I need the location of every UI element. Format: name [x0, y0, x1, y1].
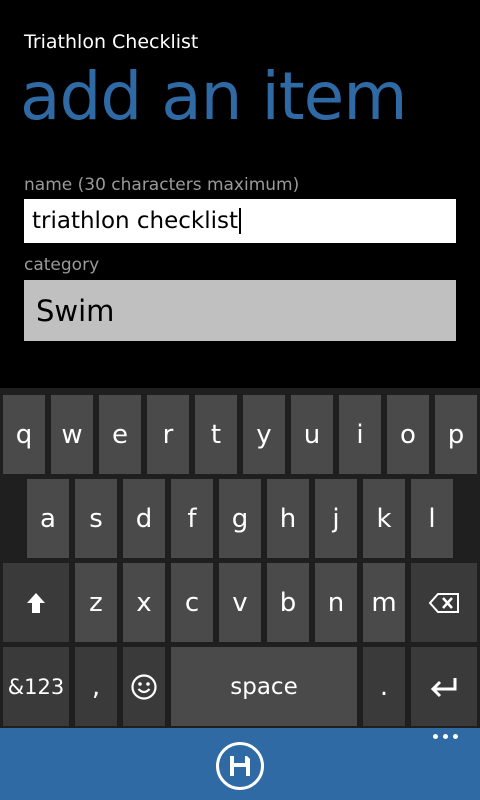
app-title: Triathlon Checklist: [24, 31, 199, 53]
key-i[interactable]: i: [339, 395, 381, 474]
key-s[interactable]: s: [75, 479, 117, 558]
period-key[interactable]: .: [363, 647, 405, 726]
more-icon: [433, 734, 438, 739]
page-title: add an item: [20, 58, 408, 135]
key-z[interactable]: z: [75, 563, 117, 642]
key-t[interactable]: t: [195, 395, 237, 474]
key-b[interactable]: b: [267, 563, 309, 642]
key-r[interactable]: r: [147, 395, 189, 474]
key-v[interactable]: v: [219, 563, 261, 642]
shift-arrow-icon: [27, 592, 45, 613]
key-w[interactable]: w: [51, 395, 93, 474]
shift-key[interactable]: [3, 563, 69, 642]
save-icon: [230, 756, 250, 776]
key-m[interactable]: m: [363, 563, 405, 642]
key-p[interactable]: p: [435, 395, 477, 474]
emoji-key[interactable]: [123, 647, 165, 726]
key-o[interactable]: o: [387, 395, 429, 474]
key-g[interactable]: g: [219, 479, 261, 558]
key-e[interactable]: e: [99, 395, 141, 474]
backspace-icon: [428, 592, 459, 613]
on-screen-keyboard: q w e r t y u i o p a s d f g h j k l z …: [0, 388, 480, 728]
key-k[interactable]: k: [363, 479, 405, 558]
category-select-value: Swim: [36, 293, 115, 328]
name-field-label: name (30 characters maximum): [24, 175, 300, 195]
save-button[interactable]: [216, 742, 264, 790]
enter-key[interactable]: [411, 647, 477, 726]
enter-arrow-icon: [430, 677, 457, 697]
more-options-button[interactable]: [433, 734, 458, 739]
name-input[interactable]: triathlon checklist: [24, 199, 456, 243]
key-u[interactable]: u: [291, 395, 333, 474]
numbers-symbols-key[interactable]: &123: [3, 647, 69, 726]
application-bar: [0, 728, 480, 800]
key-c[interactable]: c: [171, 563, 213, 642]
name-input-value: triathlon checklist: [32, 208, 239, 234]
key-a[interactable]: a: [27, 479, 69, 558]
key-x[interactable]: x: [123, 563, 165, 642]
key-y[interactable]: y: [243, 395, 285, 474]
key-n[interactable]: n: [315, 563, 357, 642]
text-caret: [239, 208, 242, 234]
key-l[interactable]: l: [411, 479, 453, 558]
key-j[interactable]: j: [315, 479, 357, 558]
backspace-key[interactable]: [411, 563, 477, 642]
comma-key[interactable]: ,: [75, 647, 117, 726]
smiley-icon: [131, 673, 157, 700]
space-key[interactable]: space: [171, 647, 357, 726]
category-field-label: category: [24, 255, 100, 275]
key-h[interactable]: h: [267, 479, 309, 558]
category-select[interactable]: Swim: [24, 280, 456, 341]
key-d[interactable]: d: [123, 479, 165, 558]
key-q[interactable]: q: [3, 395, 45, 474]
key-f[interactable]: f: [171, 479, 213, 558]
